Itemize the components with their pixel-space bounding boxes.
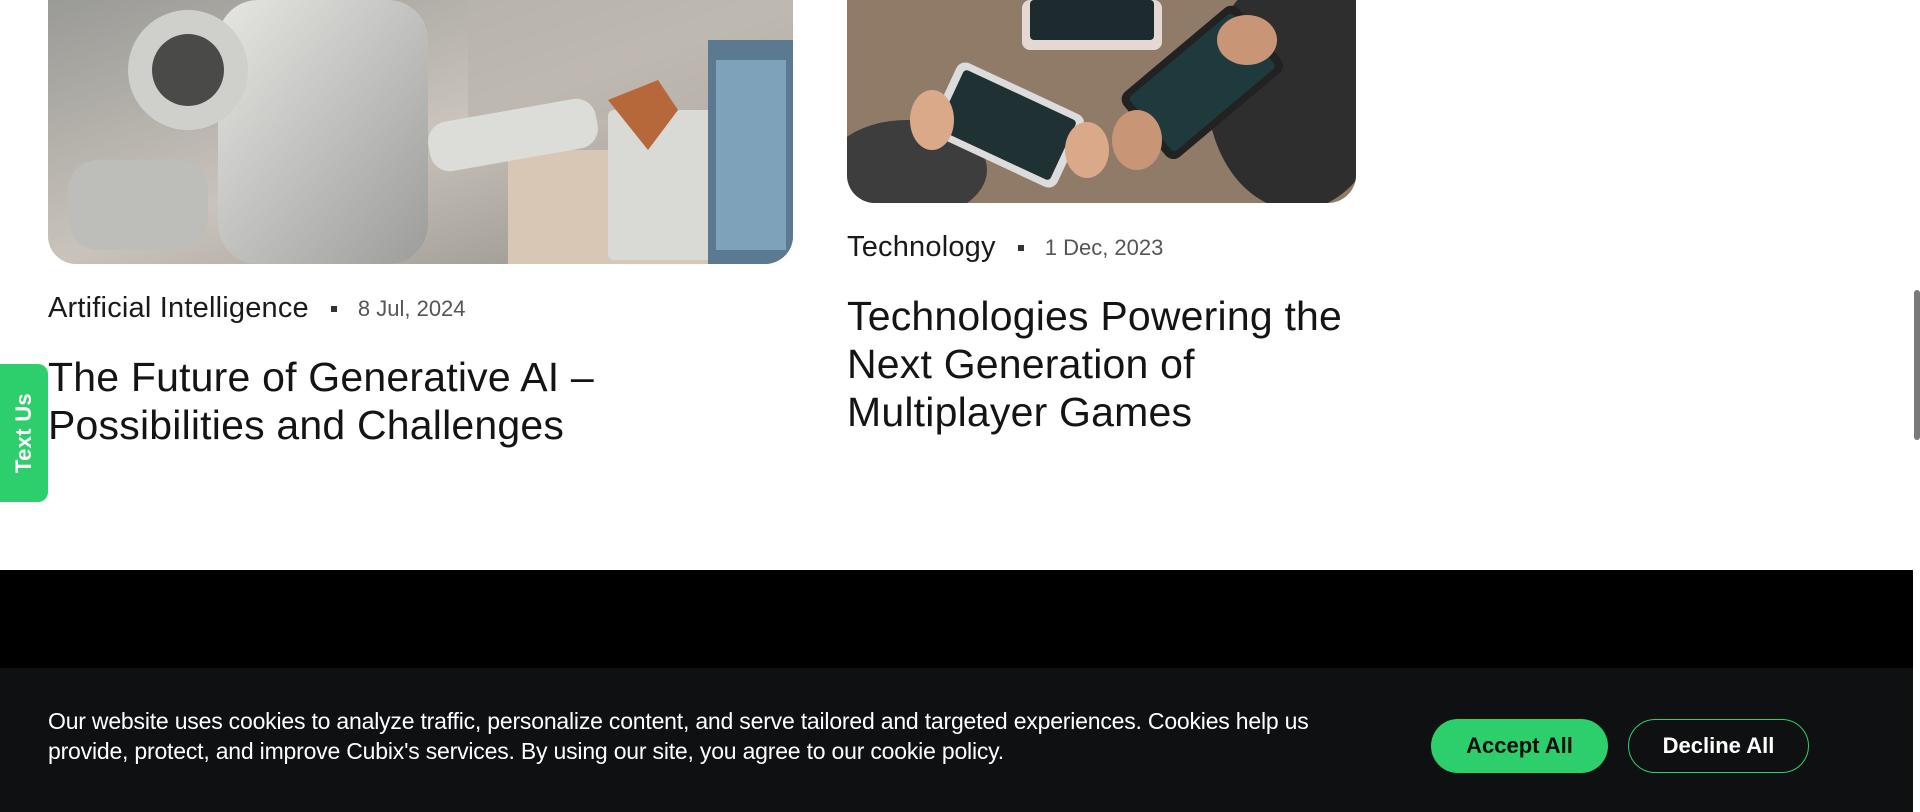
meta-separator [1017, 244, 1024, 251]
meta-separator [330, 305, 337, 312]
post-title[interactable]: The Future of Generative AI – Possibilit… [48, 353, 793, 449]
decline-all-button[interactable]: Decline All [1628, 719, 1809, 773]
blog-card-multiplayer-games[interactable]: Technology 1 Dec, 2023 Technologies Powe… [847, 0, 1356, 436]
mobile-gaming-image [847, 0, 1356, 203]
post-date: 1 Dec, 2023 [1044, 234, 1164, 260]
post-thumbnail[interactable] [48, 0, 793, 264]
cookie-banner: Our website uses cookies to analyze traf… [0, 668, 1913, 812]
cookie-message: Our website uses cookies to analyze traf… [48, 708, 1309, 764]
scrollbar-thumb[interactable] [1914, 290, 1920, 440]
text-us-label: Text Us [11, 393, 37, 473]
blog-card-generative-ai[interactable]: Artificial Intelligence 8 Jul, 2024 The … [48, 0, 793, 449]
scrollbar[interactable] [1913, 0, 1920, 812]
post-category[interactable]: Technology [847, 231, 996, 264]
post-date: 8 Jul, 2024 [357, 295, 466, 321]
page: Artificial Intelligence 8 Jul, 2024 The … [0, 0, 1920, 812]
accept-all-button[interactable]: Accept All [1431, 719, 1608, 773]
post-thumbnail[interactable] [847, 0, 1356, 203]
text-us-button[interactable]: Text Us [0, 364, 48, 502]
post-meta: Technology 1 Dec, 2023 [847, 231, 1356, 264]
post-title[interactable]: Technologies Powering the Next Generatio… [847, 292, 1356, 436]
post-meta: Artificial Intelligence 8 Jul, 2024 [48, 292, 793, 325]
robot-image [48, 0, 793, 264]
post-category[interactable]: Artificial Intelligence [48, 292, 309, 325]
